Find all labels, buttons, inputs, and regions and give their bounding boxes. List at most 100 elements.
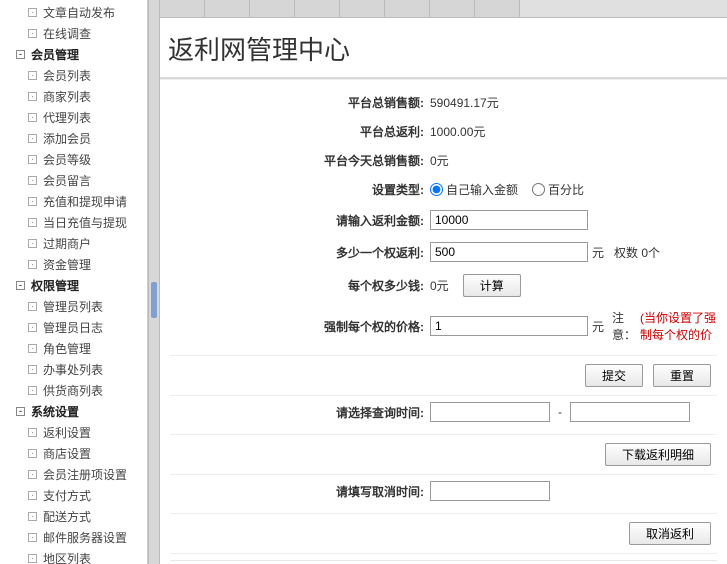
sidebar-item[interactable]: · 在线调查 xyxy=(0,23,147,44)
reset-button[interactable]: 重置 xyxy=(653,364,711,387)
query-time-end-input[interactable] xyxy=(570,402,690,422)
sidebar-item[interactable]: · 文章自动发布 xyxy=(0,2,147,23)
sidebar-group[interactable]: -会员管理 xyxy=(0,44,147,65)
sidebar-group[interactable]: -系统设置 xyxy=(0,401,147,422)
sidebar-item[interactable]: · 会员列表 xyxy=(0,65,147,86)
sidebar-item-label: 地区列表 xyxy=(43,550,91,564)
sidebar-item-label: 资金管理 xyxy=(43,256,91,273)
sidebar-item-label: 会员留言 xyxy=(43,172,91,189)
sidebar-item[interactable]: · 充值和提现申请 xyxy=(0,191,147,212)
sidebar-item[interactable]: ·当日充值与提现 xyxy=(0,212,147,233)
force-hint-prefix: 注意： xyxy=(612,309,636,343)
radio-input-amount[interactable]: 自己输入金额 xyxy=(430,181,518,198)
time-separator: - xyxy=(558,405,562,419)
today-sales-label: 平台今天总销售额: xyxy=(170,152,430,169)
sidebar-item[interactable]: ·过期商户 xyxy=(0,233,147,254)
tree-leaf-icon: · xyxy=(28,323,37,332)
sidebar-item-label: 当日充值与提现 xyxy=(43,214,127,231)
radio-percent-input[interactable] xyxy=(532,183,545,196)
top-tab[interactable] xyxy=(250,0,295,17)
sidebar-item[interactable]: ·代理列表 xyxy=(0,107,147,128)
right-count-text: 权数 0个 xyxy=(614,244,660,261)
divider-handle-icon xyxy=(151,282,157,318)
tree-leaf-icon: · xyxy=(28,554,37,563)
sidebar-item-label: 文章自动发布 xyxy=(43,4,115,21)
tree-leaf-icon: · xyxy=(28,8,37,17)
sidebar-item-label: 角色管理 xyxy=(43,340,91,357)
sidebar-item[interactable]: ·邮件服务器设置 xyxy=(0,527,147,548)
sidebar-item[interactable]: · 地区列表 xyxy=(0,548,147,564)
tree-leaf-icon: · xyxy=(28,344,37,353)
top-tab[interactable] xyxy=(295,0,340,17)
radio-percent[interactable]: 百分比 xyxy=(532,181,584,198)
tree-expand-icon: - xyxy=(16,407,25,416)
sidebar-item-label: 充值和提现申请 xyxy=(43,193,127,210)
per-right-money-value: 0元 xyxy=(430,277,449,294)
query-time-label: 请选择查询时间: xyxy=(170,404,430,421)
top-tab[interactable] xyxy=(340,0,385,17)
set-type-radios: 自己输入金额 百分比 xyxy=(430,181,717,198)
top-tab[interactable] xyxy=(205,0,250,17)
tree-leaf-icon: · xyxy=(28,470,37,479)
sidebar-item-label: 办事处列表 xyxy=(43,361,103,378)
tree-leaf-icon: · xyxy=(28,197,37,206)
sidebar-item[interactable]: ·配送方式 xyxy=(0,506,147,527)
today-sales-value: 0元 xyxy=(430,152,717,169)
sidebar-item[interactable]: ·会员等级 xyxy=(0,149,147,170)
tree-leaf-icon: · xyxy=(28,71,37,80)
tree-leaf-icon: · xyxy=(28,302,37,311)
total-rebate-label: 平台总返利: xyxy=(170,123,430,140)
tree-leaf-icon: · xyxy=(28,386,37,395)
pane-divider[interactable] xyxy=(148,0,160,564)
sidebar-item-label: 在线调查 xyxy=(43,25,91,42)
top-tab[interactable] xyxy=(385,0,430,17)
sidebar-item-label: 会员列表 xyxy=(43,67,91,84)
force-price-input[interactable] xyxy=(430,316,588,336)
submit-button[interactable]: 提交 xyxy=(585,364,643,387)
top-tab[interactable] xyxy=(430,0,475,17)
rebate-amount-label: 请输入返利金额: xyxy=(170,212,430,229)
sidebar-group[interactable]: -权限管理 xyxy=(0,275,147,296)
top-tab[interactable] xyxy=(475,0,520,17)
sidebar-item[interactable]: ·添加会员 xyxy=(0,128,147,149)
per-unit-rebate-label: 多少一个权返利: xyxy=(170,244,430,261)
sidebar-item[interactable]: ·返利设置 xyxy=(0,422,147,443)
sidebar-group-label: 系统设置 xyxy=(31,403,79,420)
sidebar-item[interactable]: · 办事处列表 xyxy=(0,359,147,380)
query-time-start-input[interactable] xyxy=(430,402,550,422)
tree-leaf-icon: · xyxy=(28,113,37,122)
total-sales-value: 590491.17元 xyxy=(430,94,717,111)
tree-leaf-icon: · xyxy=(28,29,37,38)
sidebar-item[interactable]: ·会员留言 xyxy=(0,170,147,191)
per-unit-rebate-input[interactable] xyxy=(430,242,588,262)
rebate-amount-input[interactable] xyxy=(430,210,588,230)
sidebar-group-label: 权限管理 xyxy=(31,277,79,294)
sidebar-item-label: 管理员日志 xyxy=(43,319,103,336)
sidebar-item-label: 添加会员 xyxy=(43,130,91,147)
top-tab[interactable] xyxy=(160,0,205,17)
download-rebate-detail-button[interactable]: 下载返利明细 xyxy=(605,443,711,466)
sidebar-item[interactable]: · 角色管理 xyxy=(0,338,147,359)
sidebar-item[interactable]: ·资金管理 xyxy=(0,254,147,275)
tree-expand-icon: - xyxy=(16,281,25,290)
cancel-time-input[interactable] xyxy=(430,481,550,501)
tree-leaf-icon: · xyxy=(28,365,37,374)
tree-leaf-icon: · xyxy=(28,512,37,521)
tree-expand-icon: - xyxy=(16,50,25,59)
sidebar-item[interactable]: · 供货商列表 xyxy=(0,380,147,401)
force-hint-red: (当你设置了强制每个权的价 xyxy=(640,309,717,343)
sidebar-item-label: 供货商列表 xyxy=(43,382,103,399)
sidebar-item-label: 管理员列表 xyxy=(43,298,103,315)
sidebar-item-label: 邮件服务器设置 xyxy=(43,529,127,546)
sidebar-item[interactable]: · 管理员列表 xyxy=(0,296,147,317)
sidebar-item[interactable]: ·商店设置 xyxy=(0,443,147,464)
sidebar-item-label: 过期商户 xyxy=(43,235,91,252)
unit-suffix-1: 元 xyxy=(592,244,604,261)
cancel-rebate-button[interactable]: 取消返利 xyxy=(629,522,711,545)
sidebar-item[interactable]: ·商家列表 xyxy=(0,86,147,107)
calc-button[interactable]: 计算 xyxy=(463,274,521,297)
radio-input-amount-input[interactable] xyxy=(430,183,443,196)
sidebar-item[interactable]: ·会员注册项设置 xyxy=(0,464,147,485)
sidebar-item[interactable]: ·支付方式 xyxy=(0,485,147,506)
sidebar-item[interactable]: · 管理员日志 xyxy=(0,317,147,338)
